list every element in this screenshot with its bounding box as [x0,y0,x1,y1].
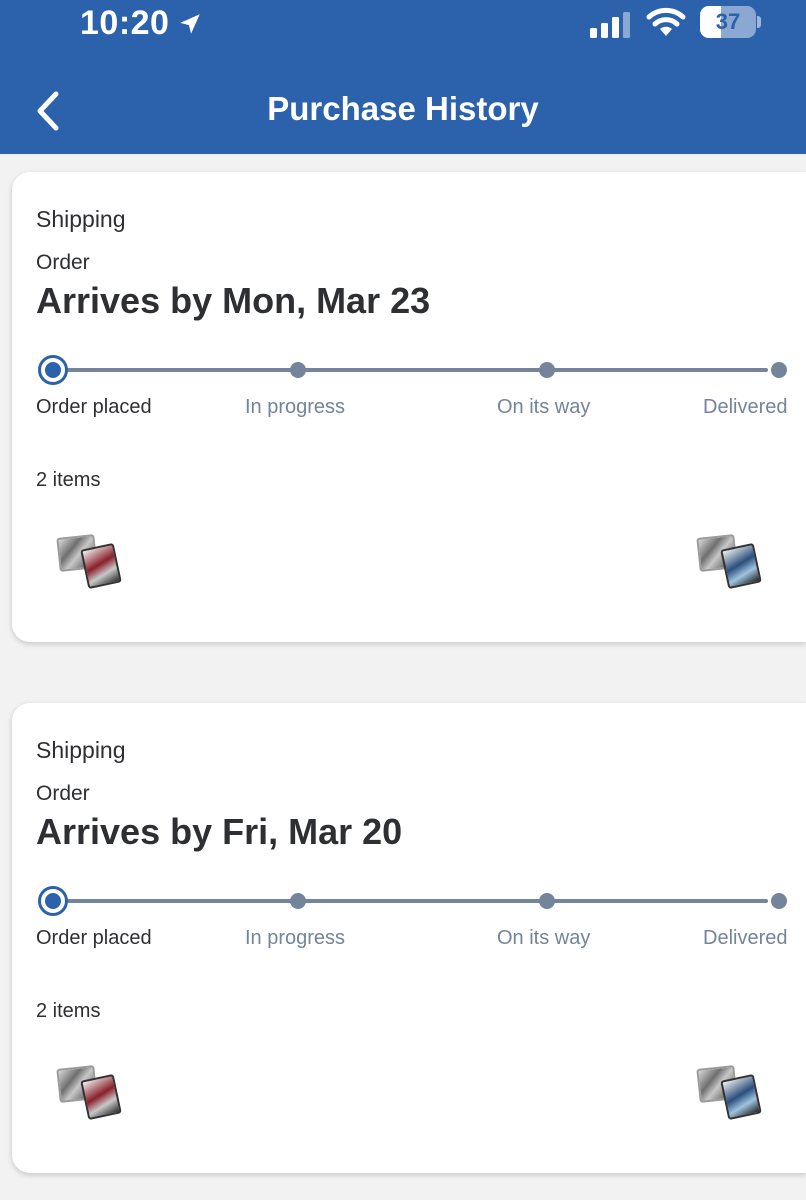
product-box-image [720,542,762,590]
battery-tip [757,16,761,28]
item-thumbnail[interactable] [56,532,128,596]
step-label-delivered: Delivered [703,396,788,418]
step-marker [290,893,306,909]
product-box-image [80,1073,122,1121]
order-progress-tracker: Order placed In progress On its way Deli… [36,352,796,418]
order-card[interactable]: Shipping Order Arrives by Mon, Mar 23 Or… [12,172,806,642]
progress-line [54,899,768,903]
step-label-in-progress: In progress [245,927,346,949]
item-thumbnail[interactable] [56,1063,128,1127]
battery-percent: 37 [715,9,741,34]
step-marker [771,893,787,909]
battery-body: 37 [700,6,756,38]
step-label-on-its-way: On its way [497,396,591,418]
fulfillment-type: Shipping [36,206,126,232]
step-label-in-progress: In progress [245,396,346,418]
location-arrow-icon [180,13,201,34]
progress-line [54,368,768,372]
step-marker [539,362,555,378]
step-label-on-its-way: On its way [497,927,591,949]
step-label-delivered: Delivered [703,927,788,949]
cellular-signal-icon [590,12,630,38]
step-marker [290,362,306,378]
order-progress-tracker: Order placed In progress On its way Deli… [36,883,796,949]
items-count: 2 items [36,1000,101,1022]
arrival-date: Arrives by Mon, Mar 23 [36,280,431,321]
step-marker [539,893,555,909]
order-number: Order [36,251,90,274]
step-marker-current [38,886,68,916]
battery-icon: 37 [700,6,762,38]
app-header: 10:20 37 Purchase History [0,0,806,154]
items-count: 2 items [36,469,101,491]
fulfillment-type: Shipping [36,737,126,763]
order-card[interactable]: Shipping Order Arrives by Fri, Mar 20 Or… [12,703,806,1173]
step-label-order-placed: Order placed [36,396,152,418]
wifi-icon [646,7,686,36]
step-marker-current [38,355,68,385]
step-marker [771,362,787,378]
item-thumbnail[interactable] [696,1063,768,1127]
item-thumbnail[interactable] [696,532,768,596]
product-box-image [80,542,122,590]
arrival-date: Arrives by Fri, Mar 20 [36,811,403,852]
step-label-order-placed: Order placed [36,927,152,949]
page-title: Purchase History [267,90,539,127]
product-box-image [720,1073,762,1121]
order-number: Order [36,782,90,805]
status-time: 10:20 [80,4,203,43]
status-time-text: 10:20 [80,4,170,42]
